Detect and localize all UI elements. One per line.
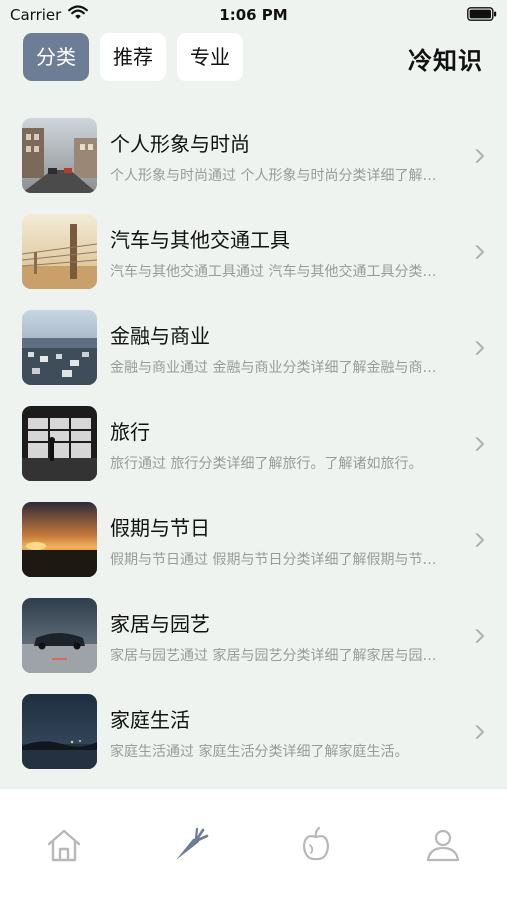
page-title: 冷知识 [408, 47, 483, 75]
chevron-right-icon [476, 725, 484, 739]
category-row-travel[interactable]: 旅行 旅行通过 旅行分类详细了解旅行。了解诸如旅行。 [0, 388, 507, 484]
chevron-right-icon [476, 149, 484, 163]
category-thumbnail [22, 406, 97, 481]
category-title: 假期与节日 [110, 516, 210, 540]
category-description: 旅行通过 旅行分类详细了解旅行。了解诸如旅行。 [110, 456, 423, 472]
fruit-icon [302, 826, 330, 861]
category-title: 金融与商业 [110, 324, 210, 348]
clock: 1:06 PM [219, 6, 288, 24]
category-description: 家庭生活通过 家庭生活分类详细了解家庭生活。 [110, 744, 409, 760]
category-description: 假期与节日通过 假期与节日分类详细了解假期与节日。 [110, 552, 450, 568]
status-bar: Carrier 1:06 PM [0, 0, 507, 30]
home-icon [47, 829, 81, 862]
category-list: 个人形象与时尚 个人形象与时尚通过 个人形象与时尚分类详细了解个人形象与时尚。 [0, 100, 507, 772]
chevron-right-icon [476, 533, 484, 547]
tabbar-category[interactable] [170, 825, 210, 865]
category-row-finance[interactable]: 金融与商业 金融与商业通过 金融与商业分类详细了解金融与商业。 [0, 292, 507, 388]
category-row-vehicles[interactable]: 汽车与其他交通工具 汽车与其他交通工具通过 汽车与其他交通工具分类详细了解汽车与… [0, 196, 507, 292]
category-thumbnail [22, 118, 97, 193]
category-thumbnail [22, 310, 97, 385]
tabbar-home[interactable] [44, 825, 84, 865]
tabbar-profile[interactable] [423, 825, 463, 865]
top-bar: 分类 推荐 专业 冷知识 [0, 33, 507, 83]
category-thumbnail [22, 214, 97, 289]
category-row-holidays[interactable]: 假期与节日 假期与节日通过 假期与节日分类详细了解假期与节日。 [0, 484, 507, 580]
carrot-icon [176, 827, 209, 860]
battery-icon [467, 7, 497, 21]
tab-professional[interactable]: 专业 [177, 33, 243, 81]
chevron-right-icon [476, 629, 484, 643]
profile-icon [426, 829, 460, 862]
category-title: 汽车与其他交通工具 [110, 228, 290, 252]
category-description: 金融与商业通过 金融与商业分类详细了解金融与商业。 [110, 360, 450, 376]
category-thumbnail [22, 694, 97, 769]
tab-recommended[interactable]: 推荐 [100, 33, 166, 81]
category-thumbnail [22, 502, 97, 577]
chevron-right-icon [476, 437, 484, 451]
category-row-fashion[interactable]: 个人形象与时尚 个人形象与时尚通过 个人形象与时尚分类详细了解个人形象与时尚。 [0, 100, 507, 196]
tab-category[interactable]: 分类 [23, 33, 89, 81]
category-title: 家居与园艺 [110, 612, 210, 636]
category-description: 家居与园艺通过 家居与园艺分类详细了解家居与园艺。 [110, 648, 450, 664]
tabbar-discover[interactable] [296, 825, 336, 865]
category-description: 汽车与其他交通工具通过 汽车与其他交通工具分类详细了解汽车与其他交通工具。 [110, 264, 450, 280]
category-row-family-life[interactable]: 家庭生活 家庭生活通过 家庭生活分类详细了解家庭生活。 [0, 676, 507, 772]
category-thumbnail [22, 598, 97, 673]
chevron-right-icon [476, 245, 484, 259]
category-row-home-garden[interactable]: 家居与园艺 家居与园艺通过 家居与园艺分类详细了解家居与园艺。 [0, 580, 507, 676]
category-title: 个人形象与时尚 [110, 132, 250, 156]
category-title: 家庭生活 [110, 708, 190, 732]
category-title: 旅行 [110, 420, 150, 444]
chevron-right-icon [476, 341, 484, 355]
bottom-tab-bar [0, 789, 507, 900]
category-description: 个人形象与时尚通过 个人形象与时尚分类详细了解个人形象与时尚。 [110, 168, 450, 184]
